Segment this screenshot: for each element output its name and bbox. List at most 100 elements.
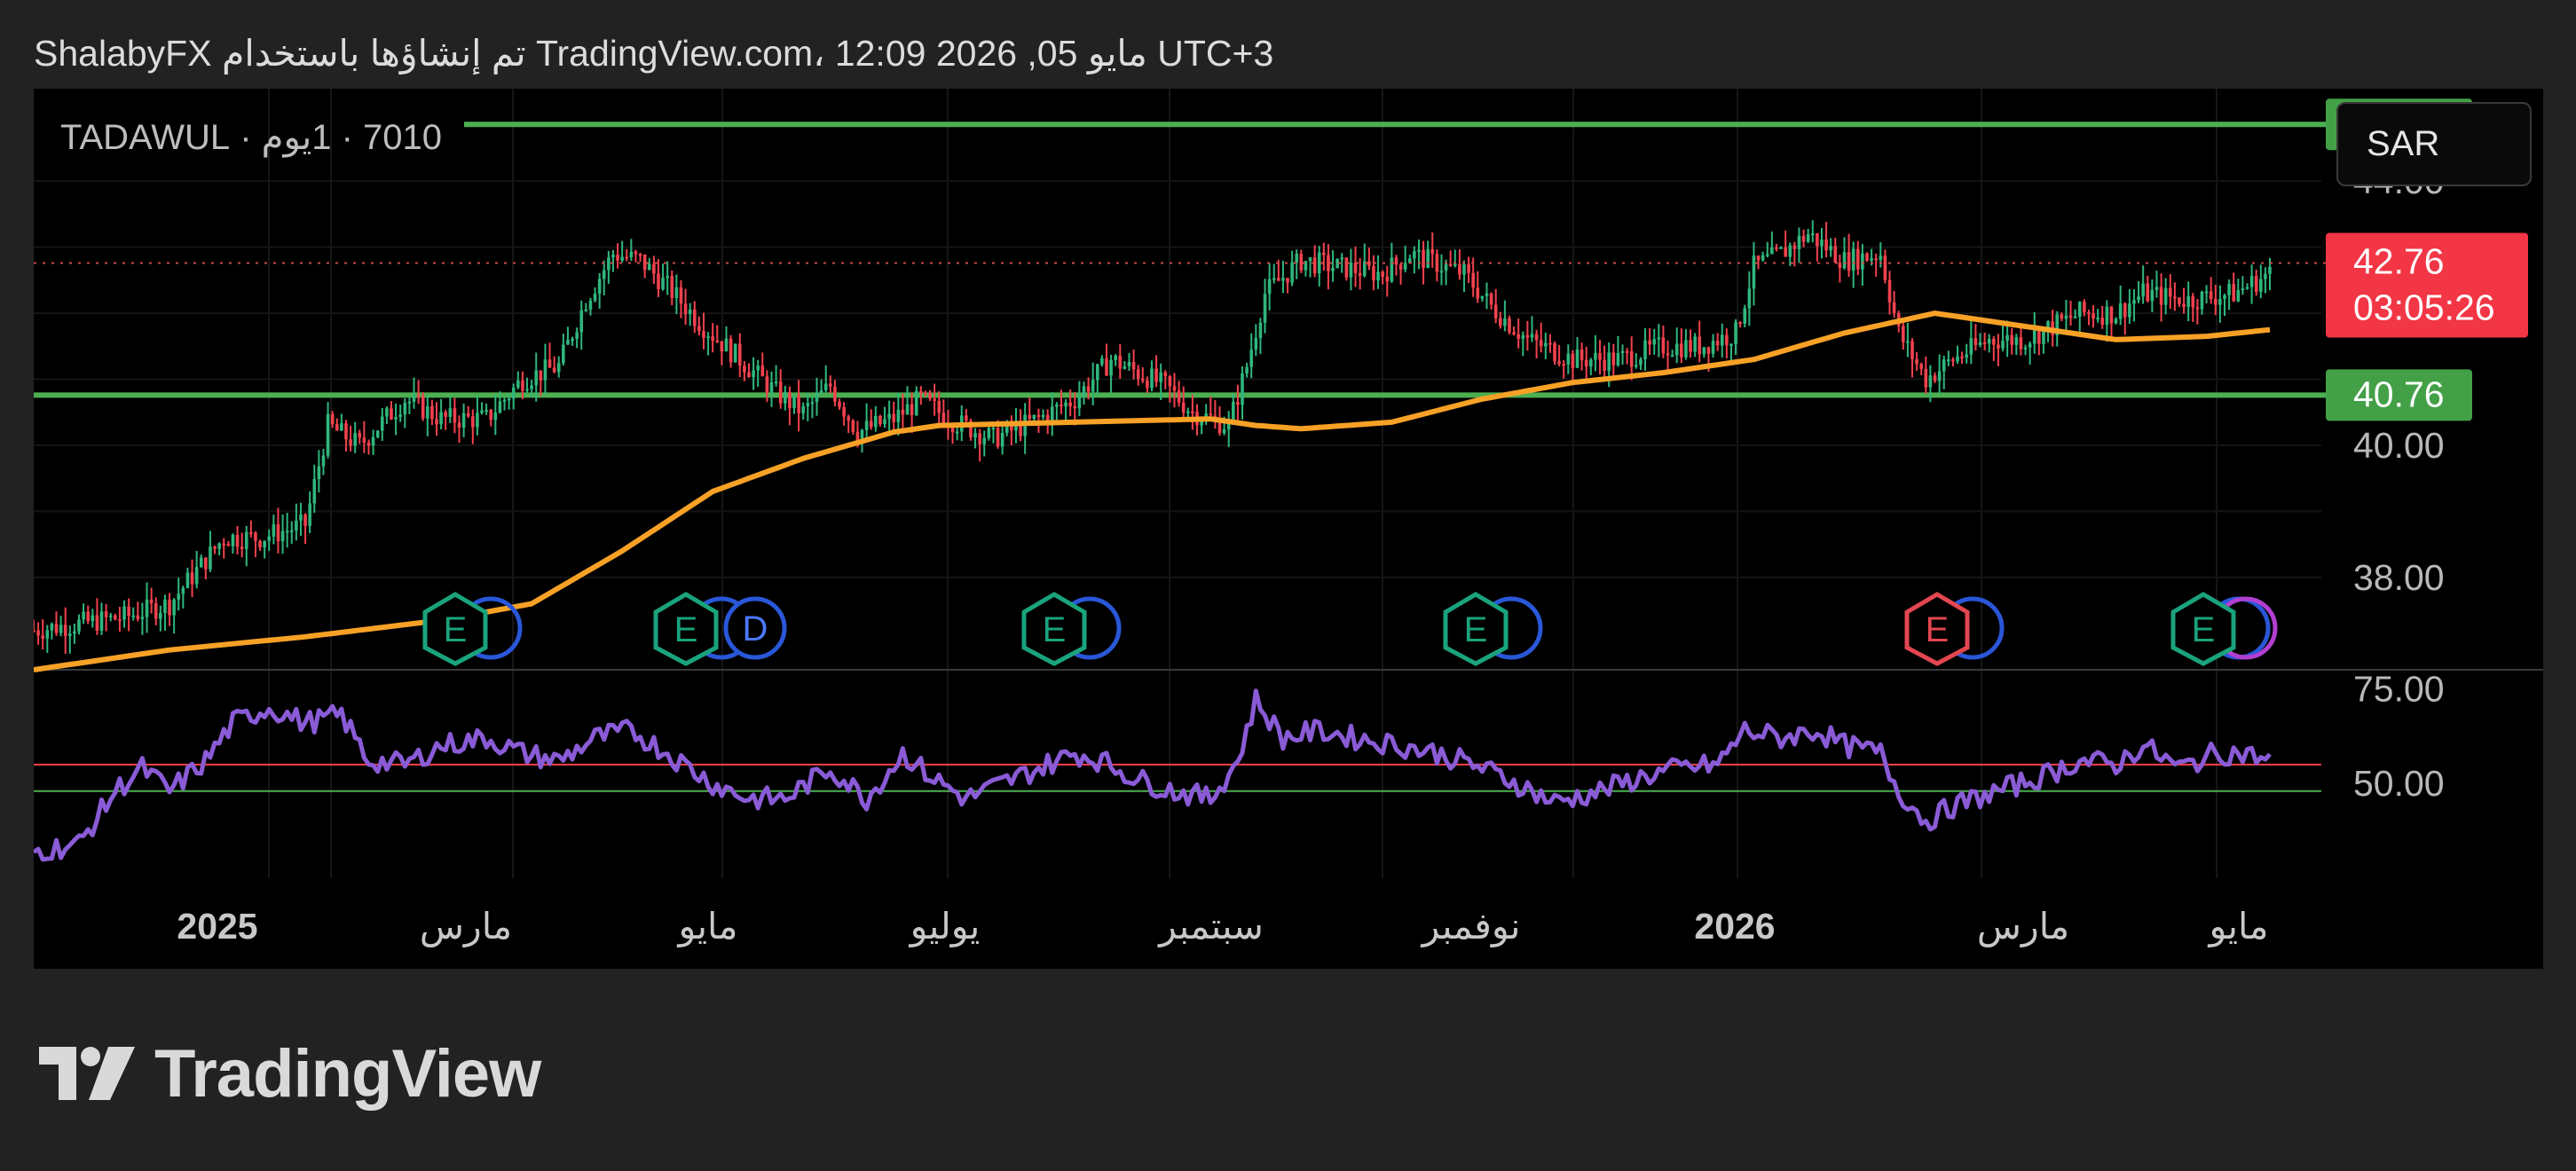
candle-body bbox=[2191, 295, 2195, 308]
candle-body bbox=[280, 530, 285, 542]
candle-body bbox=[1919, 364, 1924, 369]
candle-body bbox=[973, 433, 977, 438]
candle-body bbox=[1584, 359, 1588, 367]
tradingview-logo[interactable]: TradingView bbox=[39, 1033, 541, 1113]
candle-body bbox=[82, 611, 85, 620]
candle-body bbox=[2146, 283, 2150, 302]
candle-body bbox=[878, 415, 882, 425]
candle-body bbox=[534, 370, 539, 386]
candle-body bbox=[140, 617, 145, 619]
candle-body bbox=[2182, 303, 2186, 307]
candle-body bbox=[312, 479, 317, 504]
candle-body bbox=[711, 336, 714, 342]
candle-body bbox=[1422, 249, 1425, 268]
candle-body bbox=[1331, 267, 1335, 271]
candle-body bbox=[1928, 375, 1933, 388]
candle-body bbox=[634, 251, 638, 255]
candle-body bbox=[263, 540, 266, 548]
candle-body bbox=[73, 631, 76, 634]
candle-body bbox=[1874, 258, 1878, 261]
candle-body bbox=[358, 433, 362, 438]
candle-body bbox=[1838, 263, 1842, 269]
candle-body bbox=[104, 611, 108, 617]
candle-body bbox=[1933, 375, 1937, 381]
candle-body bbox=[1883, 255, 1887, 280]
candle-body bbox=[471, 416, 475, 428]
candle-body bbox=[1816, 233, 1819, 247]
candle-body bbox=[149, 599, 154, 604]
candle-body bbox=[1082, 386, 1086, 397]
candle-body bbox=[1154, 368, 1158, 382]
candle-body bbox=[1851, 248, 1855, 271]
oscillator-tick-label: 75.00 bbox=[2353, 668, 2445, 709]
chart-canvas[interactable]: EDEEEEE 44.0040.0038.0044.8640.7642.7603… bbox=[34, 89, 2543, 969]
candle-body bbox=[602, 270, 606, 279]
time-axis-label: 2025 bbox=[177, 906, 257, 947]
candle-body bbox=[1978, 342, 1982, 345]
candle-body bbox=[1680, 343, 1683, 358]
candle-body bbox=[629, 251, 634, 257]
candle-body bbox=[2213, 299, 2218, 305]
candle-body bbox=[620, 256, 624, 261]
candle-body bbox=[1136, 369, 1140, 379]
candle-body bbox=[2258, 279, 2263, 293]
candle-body bbox=[743, 365, 746, 373]
time-axis-label: مارس bbox=[1977, 906, 2069, 947]
candle-body bbox=[172, 599, 176, 616]
candle-body bbox=[1715, 341, 1720, 346]
time-axis-label: مارس bbox=[420, 906, 512, 947]
candle-body bbox=[1603, 359, 1606, 371]
candle-body bbox=[416, 395, 421, 397]
candle-body bbox=[511, 387, 516, 399]
candle-body bbox=[1997, 344, 2000, 349]
candle-body bbox=[2077, 302, 2082, 317]
candle-body bbox=[1960, 356, 1964, 358]
candle-body bbox=[806, 403, 810, 406]
currency-button[interactable]: SAR bbox=[2336, 102, 2532, 186]
candle-body bbox=[1150, 368, 1154, 389]
candle-body bbox=[1725, 334, 1729, 346]
candle-body bbox=[36, 630, 40, 636]
candle-body bbox=[1367, 261, 1371, 266]
candle-body bbox=[430, 405, 434, 420]
candle-body bbox=[1530, 334, 1534, 338]
candle-body bbox=[2010, 334, 2014, 345]
time-axis-label: يوليو bbox=[909, 906, 981, 947]
candle-body bbox=[190, 572, 194, 585]
earnings-letter: E bbox=[674, 610, 698, 649]
candle-body bbox=[1861, 253, 1864, 270]
oscillator-scale: 75.00 50.00 bbox=[2353, 668, 2445, 804]
candle-body bbox=[869, 420, 873, 428]
candle-body bbox=[670, 276, 674, 298]
candle-body bbox=[1272, 278, 1276, 280]
candle-body bbox=[1498, 318, 1502, 326]
candle-body bbox=[480, 410, 484, 413]
candle-body bbox=[412, 395, 416, 402]
candle-body bbox=[1462, 263, 1466, 275]
candle-body bbox=[823, 383, 828, 391]
candle-body bbox=[2227, 283, 2231, 295]
candle-body bbox=[1028, 414, 1032, 420]
candle-body bbox=[987, 428, 991, 438]
candle-body bbox=[131, 615, 136, 617]
candle-body bbox=[1892, 302, 1896, 313]
candle-body bbox=[308, 503, 311, 526]
candle-body bbox=[896, 409, 901, 422]
candle-body bbox=[99, 611, 104, 631]
candle-body bbox=[752, 370, 755, 378]
candle-body bbox=[231, 534, 235, 546]
candle-body bbox=[340, 423, 343, 431]
candle-body bbox=[910, 404, 914, 415]
candle-body bbox=[1937, 371, 1942, 381]
candle-body bbox=[2064, 315, 2068, 319]
horizontal-lines bbox=[34, 122, 2332, 398]
candle-body bbox=[163, 599, 167, 613]
chart-panel[interactable]: EDEEEEE 44.0040.0038.0044.8640.7642.7603… bbox=[34, 89, 2543, 969]
candle-body bbox=[127, 606, 130, 617]
candle-body bbox=[168, 599, 171, 616]
candle-body bbox=[1689, 340, 1692, 352]
candle-body bbox=[1765, 254, 1769, 256]
candle-body bbox=[2159, 287, 2163, 305]
candle-body bbox=[996, 428, 1000, 447]
current-price-text: 42.76 bbox=[2353, 241, 2445, 282]
